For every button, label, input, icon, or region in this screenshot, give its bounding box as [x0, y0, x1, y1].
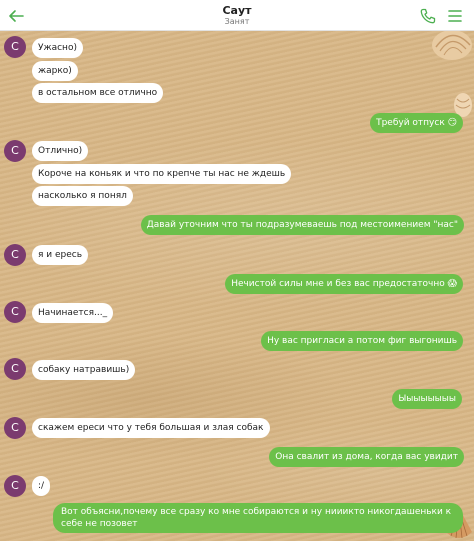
incoming-message[interactable]: насколько я понял — [32, 186, 133, 206]
incoming-message[interactable]: собаку натравишь) — [32, 360, 136, 380]
outgoing-message[interactable]: Требуй отпуск 😏 — [370, 113, 463, 133]
contact-status: Занят — [224, 17, 250, 26]
chat-header: Саут Занят — [0, 0, 474, 31]
contact-avatar[interactable]: С — [4, 36, 26, 58]
seashell-decoration — [432, 31, 472, 60]
incoming-message[interactable]: жарко) — [32, 61, 78, 81]
outgoing-message[interactable]: Нечистой силы мне и без вас предостаточн… — [225, 274, 463, 294]
incoming-message[interactable]: я и ересь — [32, 245, 89, 265]
contact-avatar[interactable]: С — [4, 140, 26, 162]
menu-icon[interactable] — [446, 6, 464, 26]
contact-avatar[interactable]: С — [4, 244, 26, 266]
incoming-message[interactable]: :/ — [32, 476, 51, 496]
outgoing-message[interactable]: Вот объясни,почему все сразу ко мне соби… — [53, 503, 463, 533]
outgoing-message[interactable]: Ыыыыыыыы — [392, 389, 462, 409]
contact-avatar[interactable]: С — [4, 417, 26, 439]
outgoing-message[interactable]: Ну вас пригласи а потом фиг выгонишь — [261, 331, 463, 351]
incoming-message[interactable]: Короче на коньяк и что по крепче ты нас … — [32, 164, 292, 184]
incoming-message[interactable]: в остальном все отлично — [32, 83, 164, 103]
incoming-message[interactable]: Отлично) — [32, 141, 89, 161]
incoming-message[interactable]: скажем ереси что у тебя большая и злая с… — [32, 418, 270, 438]
outgoing-message[interactable]: Давай уточним что ты подразумеваешь под … — [140, 215, 464, 235]
contact-avatar[interactable]: С — [4, 301, 26, 323]
incoming-message[interactable]: Начинается..._ — [32, 303, 114, 323]
outgoing-message[interactable]: Она свалит из дома, когда вас увидит — [269, 447, 464, 467]
contact-avatar[interactable]: С — [4, 475, 26, 497]
contact-info[interactable]: Саут Занят — [0, 4, 474, 27]
incoming-message[interactable]: Ужасно) — [32, 38, 83, 58]
phone-icon[interactable] — [419, 7, 437, 25]
chat-area[interactable]: С Ужасно) жарко) в остальном все отлично… — [0, 31, 474, 541]
contact-avatar[interactable]: С — [4, 358, 26, 380]
contact-name: Саут — [222, 4, 252, 17]
